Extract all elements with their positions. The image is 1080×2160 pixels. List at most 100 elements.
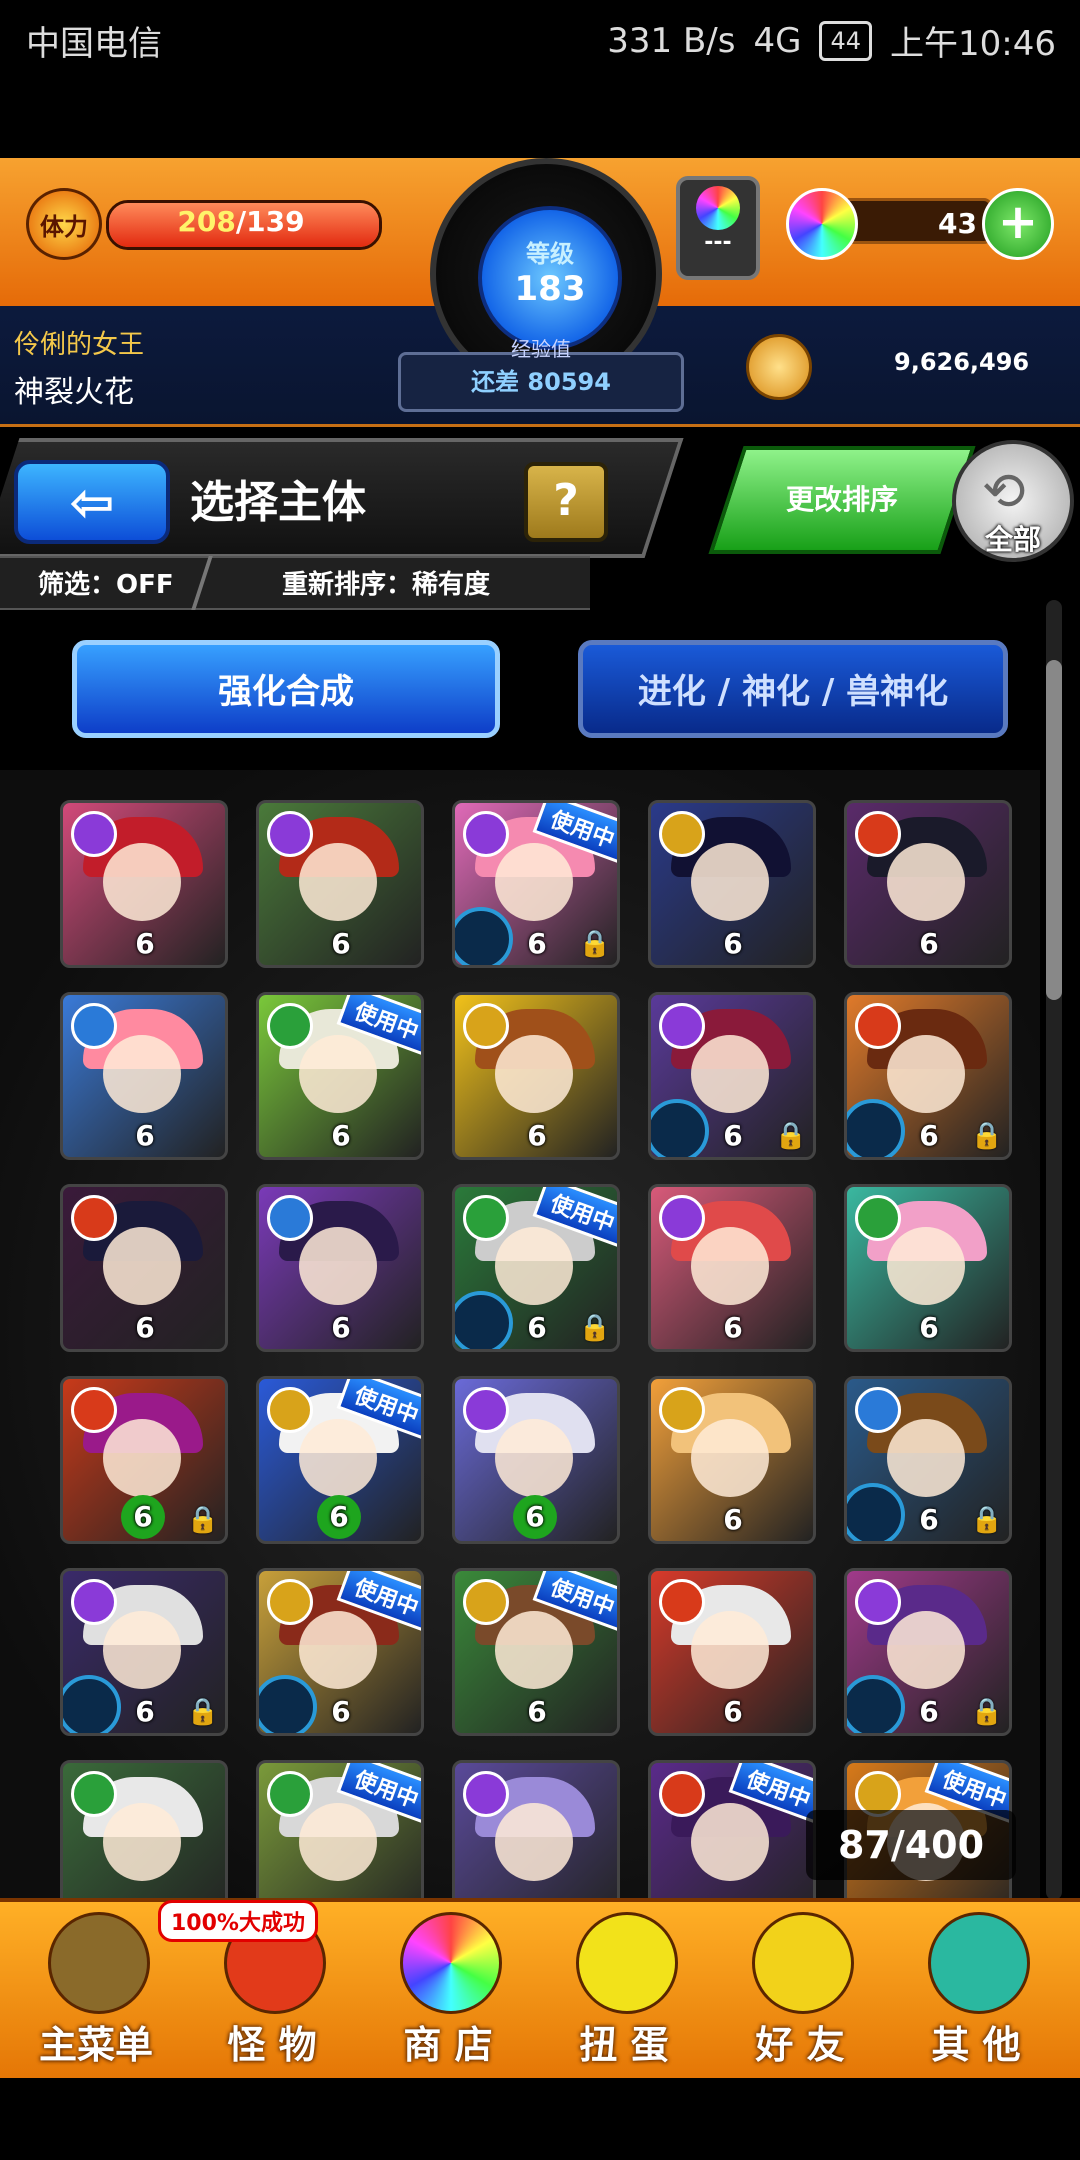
- monster-card[interactable]: 6 🔒: [60, 1568, 228, 1736]
- monster-card[interactable]: 6 使用中: [256, 1376, 424, 1544]
- monster-face: [103, 1035, 181, 1113]
- attribute-icon: [463, 1771, 509, 1817]
- monster-face: [691, 1035, 769, 1113]
- attribute-icon: [267, 1387, 313, 1433]
- monster-face: [299, 1611, 377, 1689]
- monster-card[interactable]: 6: [256, 1184, 424, 1352]
- user-name: 神裂火花: [14, 375, 134, 410]
- nav-item-5[interactable]: 其 他: [888, 1898, 1064, 2078]
- monster-face: [495, 1227, 573, 1305]
- monster-card[interactable]: [60, 1760, 228, 1900]
- level-badge: 6: [331, 1695, 351, 1728]
- nav-item-4[interactable]: 好 友: [712, 1898, 888, 2078]
- attribute-icon: [463, 1579, 509, 1625]
- attribute-icon: [71, 1387, 117, 1433]
- coin-icon: [746, 334, 812, 400]
- buy-orbs-button[interactable]: +: [982, 188, 1054, 260]
- monster-card[interactable]: 6: [844, 800, 1012, 968]
- monster-face: [887, 1419, 965, 1497]
- clover-level-badge: 6: [121, 1495, 165, 1539]
- nav-label: 商 店: [403, 2023, 493, 2067]
- monster-face: [103, 1227, 181, 1305]
- balloon-icon: [752, 1912, 854, 2014]
- level-badge: 6: [919, 1695, 939, 1728]
- rank-box[interactable]: ---: [676, 176, 760, 280]
- refresh-icon: ⟲: [982, 462, 1026, 522]
- ability-ring-icon: [455, 1291, 513, 1349]
- tab-power-up[interactable]: 强化合成: [72, 640, 500, 738]
- filter-toggle[interactable]: 筛选：OFF: [38, 564, 174, 601]
- monster-card[interactable]: 6: [648, 1184, 816, 1352]
- stamina-meter: 体力 208/139: [26, 188, 382, 260]
- level-badge: 6: [723, 927, 743, 960]
- level-badge: 6: [527, 927, 547, 960]
- monster-card[interactable]: 6 使用中: [256, 992, 424, 1160]
- monster-card[interactable]: 6: [452, 992, 620, 1160]
- attribute-icon: [855, 1579, 901, 1625]
- monster-face: [299, 843, 377, 921]
- resort-toggle[interactable]: 重新排序：稀有度: [282, 564, 490, 601]
- monster-card[interactable]: 6 🔒: [648, 992, 816, 1160]
- monster-card[interactable]: 6 使用中: [452, 1568, 620, 1736]
- exp-box: 经验值 还差 80594: [398, 337, 684, 412]
- nav-item-2[interactable]: 商 店: [360, 1898, 536, 2078]
- lock-icon: 🔒: [186, 1505, 219, 1535]
- level-badge: 6: [527, 1695, 547, 1728]
- monster-card[interactable]: 6: [452, 1376, 620, 1544]
- monster-card[interactable]: 6: [60, 800, 228, 968]
- attribute-icon: [463, 1003, 509, 1049]
- attribute-icon: [463, 1195, 509, 1241]
- monster-card[interactable]: 6: [648, 1376, 816, 1544]
- all-toggle-button[interactable]: ⟲ 全部: [952, 440, 1074, 562]
- help-button[interactable]: ?: [524, 462, 608, 542]
- monster-card[interactable]: 6 使用中: [256, 1568, 424, 1736]
- monster-card[interactable]: 6 🔒: [60, 1376, 228, 1544]
- back-button[interactable]: ⇦: [14, 460, 170, 544]
- nav-label: 主菜单: [38, 2023, 153, 2067]
- nav-item-3[interactable]: 扭 蛋: [536, 1898, 712, 2078]
- ability-ring-icon: [847, 1099, 905, 1157]
- box-counter: 87/400: [806, 1810, 1016, 1880]
- level-badge: 6: [919, 927, 939, 960]
- tab-evolve[interactable]: 进化 / 神化 / 兽神化: [578, 640, 1008, 738]
- change-sort-button[interactable]: 更改排序: [708, 446, 976, 554]
- monster-card[interactable]: 6: [844, 1184, 1012, 1352]
- monster-card[interactable]: 6: [60, 992, 228, 1160]
- lock-icon: 🔒: [578, 929, 611, 959]
- attribute-icon: [855, 1195, 901, 1241]
- attribute-icon: [659, 1771, 705, 1817]
- orb-icon: [786, 188, 858, 260]
- ability-ring-icon: [847, 1483, 905, 1541]
- monster-card[interactable]: 6: [60, 1184, 228, 1352]
- monster-card[interactable]: 6 🔒: [844, 992, 1012, 1160]
- monster-face: [691, 1419, 769, 1497]
- attribute-icon: [463, 811, 509, 857]
- user-title: 伶俐的女王: [14, 330, 145, 360]
- monster-card[interactable]: 6 🔒: [844, 1376, 1012, 1544]
- monster-card[interactable]: 使用中: [648, 1760, 816, 1900]
- attribute-icon: [71, 1195, 117, 1241]
- monster-face: [691, 1227, 769, 1305]
- monster-card[interactable]: 6: [648, 800, 816, 968]
- attribute-icon: [659, 1579, 705, 1625]
- ability-ring-icon: [455, 907, 513, 965]
- change-sort-label: 更改排序: [785, 483, 898, 516]
- monster-face: [103, 1611, 181, 1689]
- monster-card[interactable]: 使用中: [256, 1760, 424, 1900]
- monster-card[interactable]: 6 🔒 使用中: [452, 800, 620, 968]
- level-value: 183: [514, 269, 586, 309]
- lock-icon: 🔒: [970, 1505, 1003, 1535]
- monster-card[interactable]: 6: [256, 800, 424, 968]
- level-badge: 6: [919, 1119, 939, 1152]
- attribute-icon: [267, 1579, 313, 1625]
- monster-card[interactable]: 6: [648, 1568, 816, 1736]
- monster-face: [103, 843, 181, 921]
- attribute-icon: [855, 811, 901, 857]
- scrollbar-thumb[interactable]: [1046, 660, 1062, 1000]
- monster-card[interactable]: 6 🔒: [844, 1568, 1012, 1736]
- ability-ring-icon: [847, 1675, 905, 1733]
- scrollbar[interactable]: [1046, 600, 1062, 1900]
- monster-grid[interactable]: 6 6 6 🔒 使用中 6 6 6 6 使用中 6 6 🔒 6 🔒 6 6 6 🔒 使用中 6 6 6 🔒 6 使用中 6 6 6 🔒 6 🔒…: [0, 770, 1040, 1900]
- monster-card[interactable]: [452, 1760, 620, 1900]
- monster-card[interactable]: 6 🔒 使用中: [452, 1184, 620, 1352]
